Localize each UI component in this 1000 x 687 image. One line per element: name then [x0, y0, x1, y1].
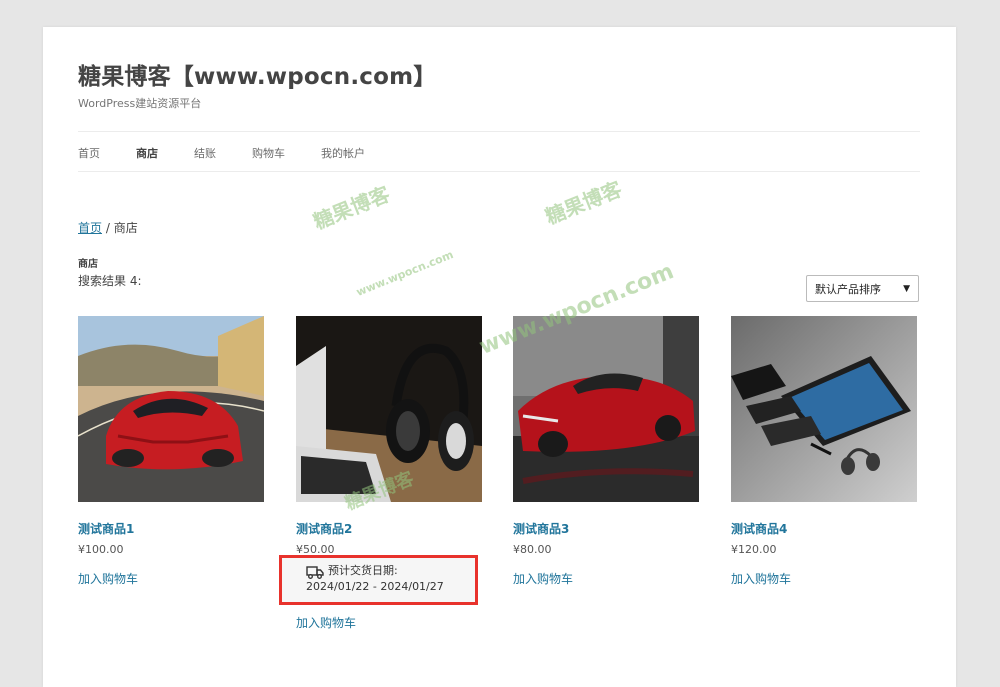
- product-title[interactable]: 测试商品3: [513, 520, 699, 537]
- divider-top: [78, 131, 920, 132]
- breadcrumb-current: 商店: [113, 221, 138, 235]
- nav-item-my-account[interactable]: 我的帐户: [321, 145, 365, 161]
- page-container: 糖果博客【www.wpocn.com】 WordPress建站资源平台 首页 商…: [43, 27, 956, 687]
- product-card: 测试商品1 ¥100.00 加入购物车: [78, 316, 264, 587]
- orderby-select[interactable]: 默认产品排序 ▼: [806, 275, 919, 302]
- truck-icon: [306, 566, 324, 579]
- site-tagline: WordPress建站资源平台: [78, 97, 202, 110]
- product-title[interactable]: 测试商品2: [296, 520, 482, 537]
- delivery-estimate-box: 预计交货日期: 2024/01/22 - 2024/01/27: [279, 555, 478, 605]
- result-count: 搜索结果 4:: [78, 274, 142, 288]
- main-navigation: 首页 商店 结账 购物车 我的帐户: [78, 145, 401, 161]
- product-title[interactable]: 测试商品1: [78, 520, 264, 537]
- add-to-cart-button[interactable]: 加入购物车: [78, 570, 138, 587]
- orderby-selected-value: 默认产品排序: [815, 282, 881, 296]
- product-card: 测试商品2 ¥50.00: [296, 316, 482, 556]
- page-title: 商店: [78, 259, 98, 270]
- divider-bottom: [78, 171, 920, 172]
- product-image-headphones-laptop[interactable]: [296, 316, 482, 502]
- breadcrumb-home-link[interactable]: 首页: [78, 221, 102, 235]
- add-to-cart-button[interactable]: 加入购物车: [731, 570, 791, 587]
- product-image-red-sports-car[interactable]: [78, 316, 264, 502]
- nav-item-checkout[interactable]: 结账: [194, 145, 216, 161]
- watermark-brand: 糖果博客: [541, 176, 626, 230]
- delivery-date-range: 2024/01/22 - 2024/01/27: [306, 580, 444, 593]
- nav-item-shop[interactable]: 商店: [136, 145, 158, 161]
- chevron-down-icon: ▼: [903, 283, 910, 294]
- site-title[interactable]: 糖果博客【www.wpocn.com】: [78, 57, 436, 91]
- product-image-red-convertible[interactable]: [513, 316, 699, 502]
- breadcrumb: 首页 / 商店: [78, 219, 138, 236]
- product-price: ¥100.00: [78, 543, 124, 556]
- product-image-surface-devices[interactable]: [731, 316, 917, 502]
- add-to-cart-button[interactable]: 加入购物车: [513, 570, 573, 587]
- delivery-label: 预计交货日期:: [328, 564, 398, 577]
- breadcrumb-separator: /: [102, 221, 114, 235]
- product-price: ¥80.00: [513, 543, 552, 556]
- product-card: 测试商品4 ¥120.00 加入购物车: [731, 316, 917, 587]
- product-title[interactable]: 测试商品4: [731, 520, 917, 537]
- nav-item-home[interactable]: 首页: [78, 145, 100, 161]
- product-card: 测试商品3 ¥80.00 加入购物车: [513, 316, 699, 587]
- product-price: ¥120.00: [731, 543, 777, 556]
- watermark-brand: 糖果博客: [309, 181, 394, 235]
- add-to-cart-button[interactable]: 加入购物车: [296, 614, 356, 631]
- watermark-url: www.wpocn.com: [354, 248, 456, 299]
- nav-item-cart[interactable]: 购物车: [252, 145, 285, 161]
